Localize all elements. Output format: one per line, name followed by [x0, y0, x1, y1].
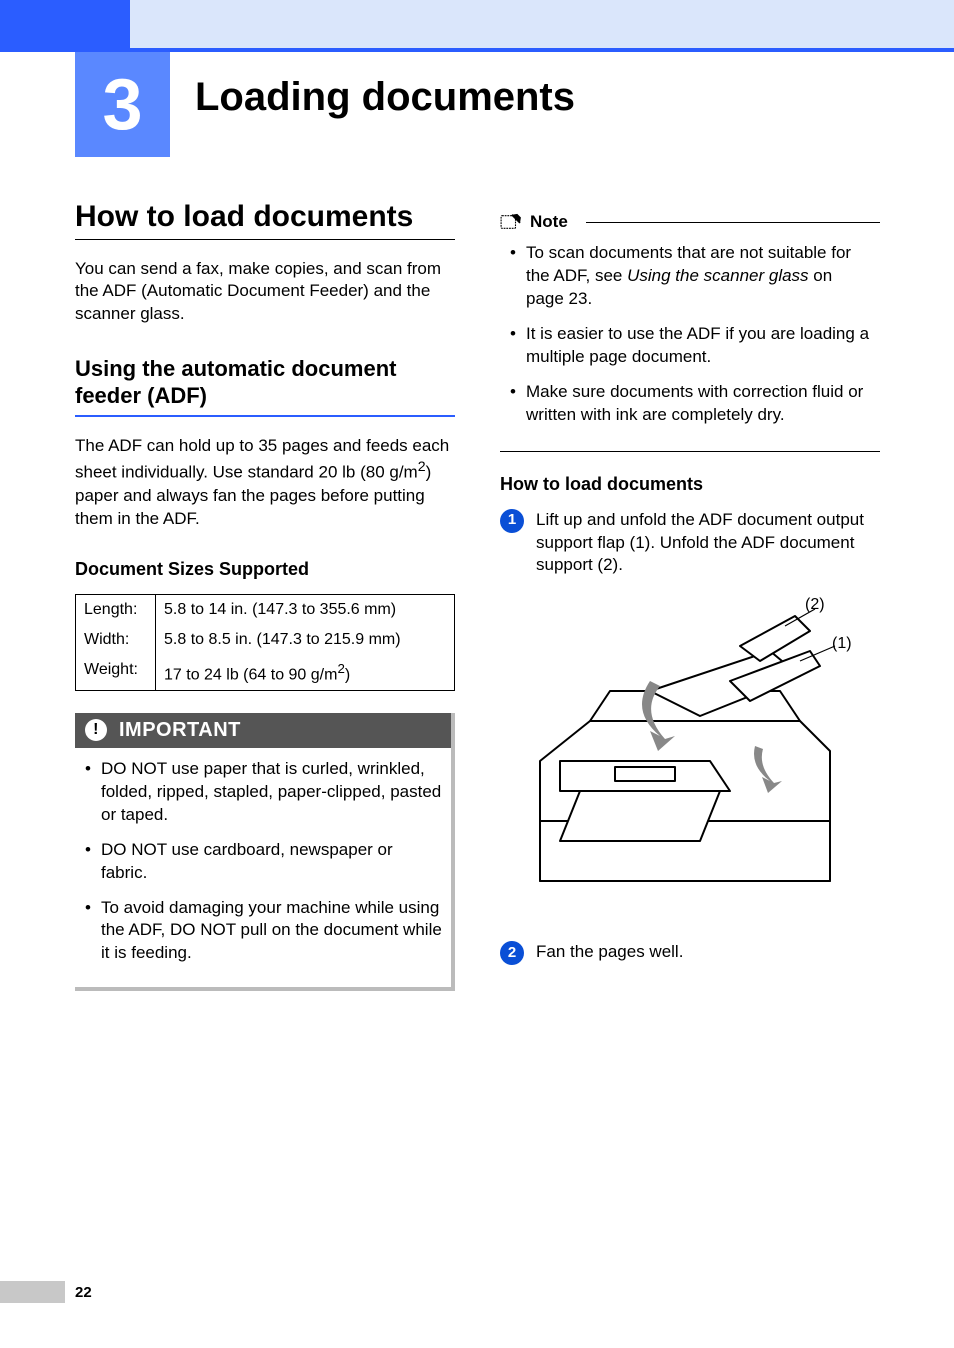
important-box: ! IMPORTANT DO NOT use paper that is cur… — [75, 713, 455, 992]
list-item: To avoid damaging your machine while usi… — [83, 897, 443, 966]
size-value: 5.8 to 8.5 in. (147.3 to 215.9 mm) — [156, 625, 455, 655]
note-header: Note — [500, 212, 880, 232]
chapter-title: Loading documents — [195, 75, 575, 120]
table-row: Weight: 17 to 24 lb (64 to 90 g/m2) — [76, 655, 455, 691]
exclamation-icon: ! — [85, 719, 107, 741]
adf-body-a: The ADF can hold up to 35 pages and feed… — [75, 436, 449, 482]
step-text: Lift up and unfold the ADF document outp… — [536, 509, 880, 578]
header-band — [0, 0, 954, 48]
superscript: 2 — [337, 661, 344, 676]
size-label: Width: — [76, 625, 156, 655]
important-list: DO NOT use paper that is curled, wrinkle… — [75, 748, 451, 966]
list-item: DO NOT use cardboard, newspaper or fabri… — [83, 839, 443, 885]
page-number: 22 — [75, 1284, 92, 1301]
list-item: DO NOT use paper that is curled, wrinkle… — [83, 758, 443, 827]
header-accent — [0, 0, 130, 48]
sizes-heading: Document Sizes Supported — [75, 559, 455, 580]
printer-illustration: (1) (2) — [500, 591, 870, 921]
step-number-badge: 1 — [500, 509, 524, 533]
callout-1: (1) — [832, 635, 852, 653]
weight-value-b: ) — [345, 666, 350, 683]
superscript: 2 — [418, 459, 426, 475]
list-item: Make sure documents with correction flui… — [508, 381, 872, 427]
right-column: Note To scan documents that are not suit… — [500, 200, 880, 991]
list-item: To scan documents that are not suitable … — [508, 242, 872, 311]
important-label: IMPORTANT — [119, 719, 241, 742]
table-row: Width: 5.8 to 8.5 in. (147.3 to 215.9 mm… — [76, 625, 455, 655]
list-item: It is easier to use the ADF if you are l… — [508, 323, 872, 369]
callout-2: (2) — [805, 596, 825, 614]
howto-heading: How to load documents — [500, 474, 880, 495]
page-number-bar — [0, 1281, 65, 1303]
note-item-a-em: Using the scanner glass — [627, 266, 808, 285]
adf-body: The ADF can hold up to 35 pages and feed… — [75, 435, 455, 530]
step-1: 1 Lift up and unfold the ADF document ou… — [500, 509, 880, 578]
size-label: Weight: — [76, 655, 156, 691]
intro-text: You can send a fax, make copies, and sca… — [75, 258, 455, 327]
content-area: How to load documents You can send a fax… — [75, 200, 880, 991]
note-list: To scan documents that are not suitable … — [500, 242, 880, 427]
size-value: 5.8 to 14 in. (147.3 to 355.6 mm) — [156, 594, 455, 625]
chapter-number-badge: 3 — [75, 52, 170, 157]
note-icon — [500, 213, 522, 231]
sizes-table: Length: 5.8 to 14 in. (147.3 to 355.6 mm… — [75, 594, 455, 691]
subsection-heading: Using the automatic document feeder (ADF… — [75, 356, 455, 417]
step-2: 2 Fan the pages well. — [500, 941, 880, 965]
size-label: Length: — [76, 594, 156, 625]
size-value: 17 to 24 lb (64 to 90 g/m2) — [156, 655, 455, 691]
step-number-badge: 2 — [500, 941, 524, 965]
weight-value-a: 17 to 24 lb (64 to 90 g/m — [164, 666, 337, 683]
section-heading: How to load documents — [75, 200, 455, 240]
note-label: Note — [530, 212, 568, 232]
important-header: ! IMPORTANT — [75, 713, 451, 748]
left-column: How to load documents You can send a fax… — [75, 200, 455, 991]
note-box: Note To scan documents that are not suit… — [500, 212, 880, 452]
step-text: Fan the pages well. — [536, 941, 683, 965]
table-row: Length: 5.8 to 14 in. (147.3 to 355.6 mm… — [76, 594, 455, 625]
